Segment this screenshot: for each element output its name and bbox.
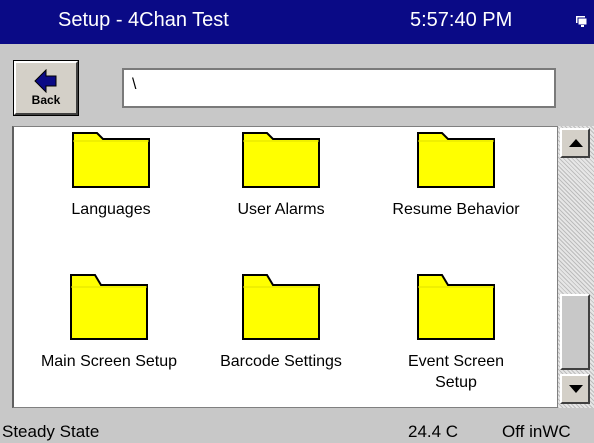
status-bar: Steady State 24.4 C Off inWC [0, 408, 594, 443]
vertical-scrollbar[interactable] [558, 126, 594, 408]
folder-label: Resume Behavior [392, 201, 520, 218]
folder-label: User Alarms [237, 201, 325, 218]
folder-label: Event Screen Setup [407, 353, 505, 391]
folder-barcode-settings[interactable]: Barcode Settings [196, 271, 366, 372]
folder-label: Languages [71, 201, 151, 218]
folder-event-screen-setup[interactable]: Event Screen Setup [381, 271, 531, 393]
status-state: Steady State [2, 422, 100, 441]
folder-icon [417, 132, 495, 188]
status-temperature: 24.4 C [408, 422, 459, 441]
folder-icon [242, 132, 320, 188]
scroll-up-arrow-icon [569, 139, 583, 147]
folder-user-alarms[interactable]: User Alarms [196, 129, 366, 220]
folder-main-screen-setup[interactable]: Main Screen Setup [24, 271, 194, 372]
folder-label: Main Screen Setup [40, 353, 178, 370]
network-tray-icon[interactable] [575, 14, 589, 28]
status-pressure: Off inWC [502, 422, 571, 441]
window-title: Setup - 4Chan Test [58, 9, 229, 31]
back-button-label: Back [31, 93, 61, 107]
folder-browser: Languages User Alarms Resume Behavior Ma… [12, 126, 558, 408]
left-arrow-icon [34, 69, 57, 93]
title-bar: Setup - 4Chan Test 5:57:40 PM [0, 0, 594, 44]
clock: 5:57:40 PM [410, 9, 513, 31]
back-button[interactable]: Back [13, 60, 79, 116]
scroll-up-button[interactable] [560, 128, 590, 158]
scroll-down-arrow-icon [569, 385, 583, 393]
scroll-down-button[interactable] [560, 374, 590, 404]
folder-icon [417, 274, 495, 340]
folder-icon [242, 274, 320, 340]
folder-languages[interactable]: Languages [26, 129, 196, 220]
folder-icon [72, 132, 150, 188]
folder-resume-behavior[interactable]: Resume Behavior [371, 129, 541, 220]
folder-label: Barcode Settings [220, 353, 342, 370]
folder-icon [70, 274, 148, 340]
scroll-thumb[interactable] [560, 294, 590, 370]
path-input[interactable]: \ [122, 68, 556, 108]
